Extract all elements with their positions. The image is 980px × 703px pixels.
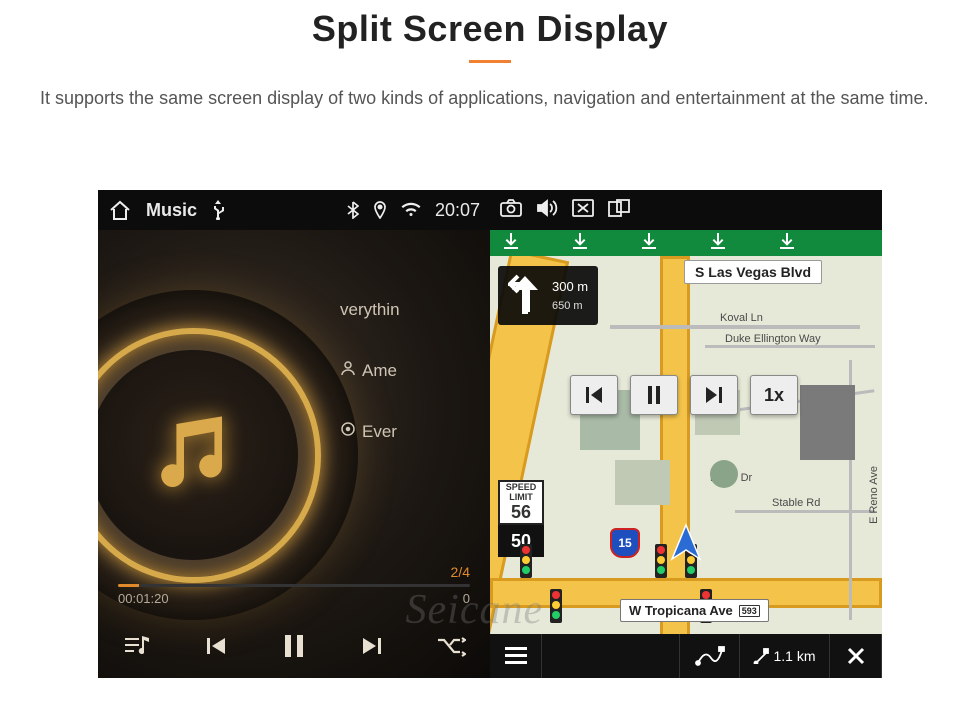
map-pause-button[interactable]: [630, 375, 678, 415]
label-stable: Stable Rd: [772, 497, 820, 509]
label-reno: E Reno Ave: [868, 466, 880, 524]
download-icon: [711, 233, 725, 254]
playlist-button[interactable]: [107, 634, 167, 663]
music-note-icon: [146, 405, 241, 505]
status-bar-right: [490, 190, 882, 230]
map-pane: S Las Vegas Blvd Koval Ln Duke Ellington…: [490, 190, 882, 678]
usb-icon: [211, 200, 225, 220]
label-ellington: Duke Ellington Way: [725, 333, 821, 345]
music-controls: [98, 624, 490, 672]
speed-limit-value: 56: [500, 502, 542, 523]
wifi-icon: [401, 202, 421, 218]
status-bar-left: Music 20:07: [98, 190, 490, 230]
label-koval: Koval Ln: [720, 312, 763, 324]
page-subtitle: It supports the same screen display of t…: [40, 85, 940, 113]
android-notification-bar[interactable]: [490, 230, 882, 256]
pause-button[interactable]: [264, 633, 324, 664]
title-underline: [469, 60, 511, 63]
turn-distance-1: 300 m: [552, 279, 588, 294]
map-speed-button[interactable]: 1x: [750, 375, 798, 415]
total-time: 0: [463, 591, 470, 606]
page-title: Split Screen Display: [0, 8, 980, 50]
home-icon[interactable]: [108, 199, 132, 221]
turn-instruction: 300 m 650 m: [498, 266, 598, 325]
device-screenshot: Music 20:07: [98, 190, 882, 678]
next-button[interactable]: [342, 634, 402, 663]
music-pane: Music 20:07: [98, 190, 490, 678]
track-counter: 2/4: [118, 564, 470, 580]
track-list: verythin Ame Ever: [340, 300, 480, 482]
progress-bar[interactable]: [118, 584, 470, 587]
track-row-album[interactable]: Ever: [340, 421, 480, 442]
location-icon: [373, 201, 387, 219]
prev-button[interactable]: [186, 634, 246, 663]
road-minor: [735, 510, 875, 513]
nav-close-button[interactable]: [830, 634, 882, 678]
top-street-banner: S Las Vegas Blvd: [684, 260, 822, 284]
building: [615, 460, 670, 505]
map-bottom-bar: 1.1 km: [490, 634, 882, 678]
bluetooth-icon: [347, 201, 359, 219]
turn-left-icon: [508, 274, 542, 317]
person-icon: [340, 360, 356, 381]
track-row-current[interactable]: verythin: [340, 300, 480, 320]
download-icon: [504, 233, 518, 254]
building: [710, 460, 738, 488]
speed-limit-sign: SPEED LIMIT 56: [498, 480, 544, 525]
shuffle-button[interactable]: [421, 635, 481, 662]
app-title: Music: [146, 200, 197, 221]
split-screen-icon[interactable]: [608, 199, 630, 222]
camera-icon[interactable]: [500, 199, 522, 222]
interstate-shield: 15: [610, 528, 640, 558]
building: [800, 385, 855, 460]
traffic-light-icon: [520, 544, 532, 578]
nav-menu-button[interactable]: [490, 634, 542, 678]
progress-area: 2/4 00:01:20 0: [118, 564, 470, 606]
download-icon: [573, 233, 587, 254]
nav-waypoints-button[interactable]: [680, 634, 740, 678]
page-header: Split Screen Display: [0, 0, 980, 63]
current-street-banner: W Tropicana Ave 593: [620, 599, 769, 622]
nav-route-progress: [542, 634, 680, 678]
road-minor: [610, 325, 860, 329]
download-icon: [642, 233, 656, 254]
map-prev-button[interactable]: [570, 375, 618, 415]
nav-distance[interactable]: 1.1 km: [740, 634, 830, 678]
record-icon: [340, 421, 356, 442]
traffic-light-icon: [550, 589, 562, 623]
volume-icon[interactable]: [536, 199, 558, 222]
elapsed-time: 00:01:20: [118, 591, 169, 606]
map-media-controls: 1x: [570, 375, 798, 415]
highway-badge: 593: [739, 605, 760, 617]
road-minor: [705, 345, 875, 348]
map-next-button[interactable]: [690, 375, 738, 415]
close-screen-icon[interactable]: [572, 199, 594, 222]
download-icon: [780, 233, 794, 254]
track-row-artist[interactable]: Ame: [340, 360, 480, 381]
gps-position-icon: [666, 523, 706, 568]
clock-text: 20:07: [435, 200, 480, 221]
turn-distance-2: 650 m: [552, 300, 588, 312]
